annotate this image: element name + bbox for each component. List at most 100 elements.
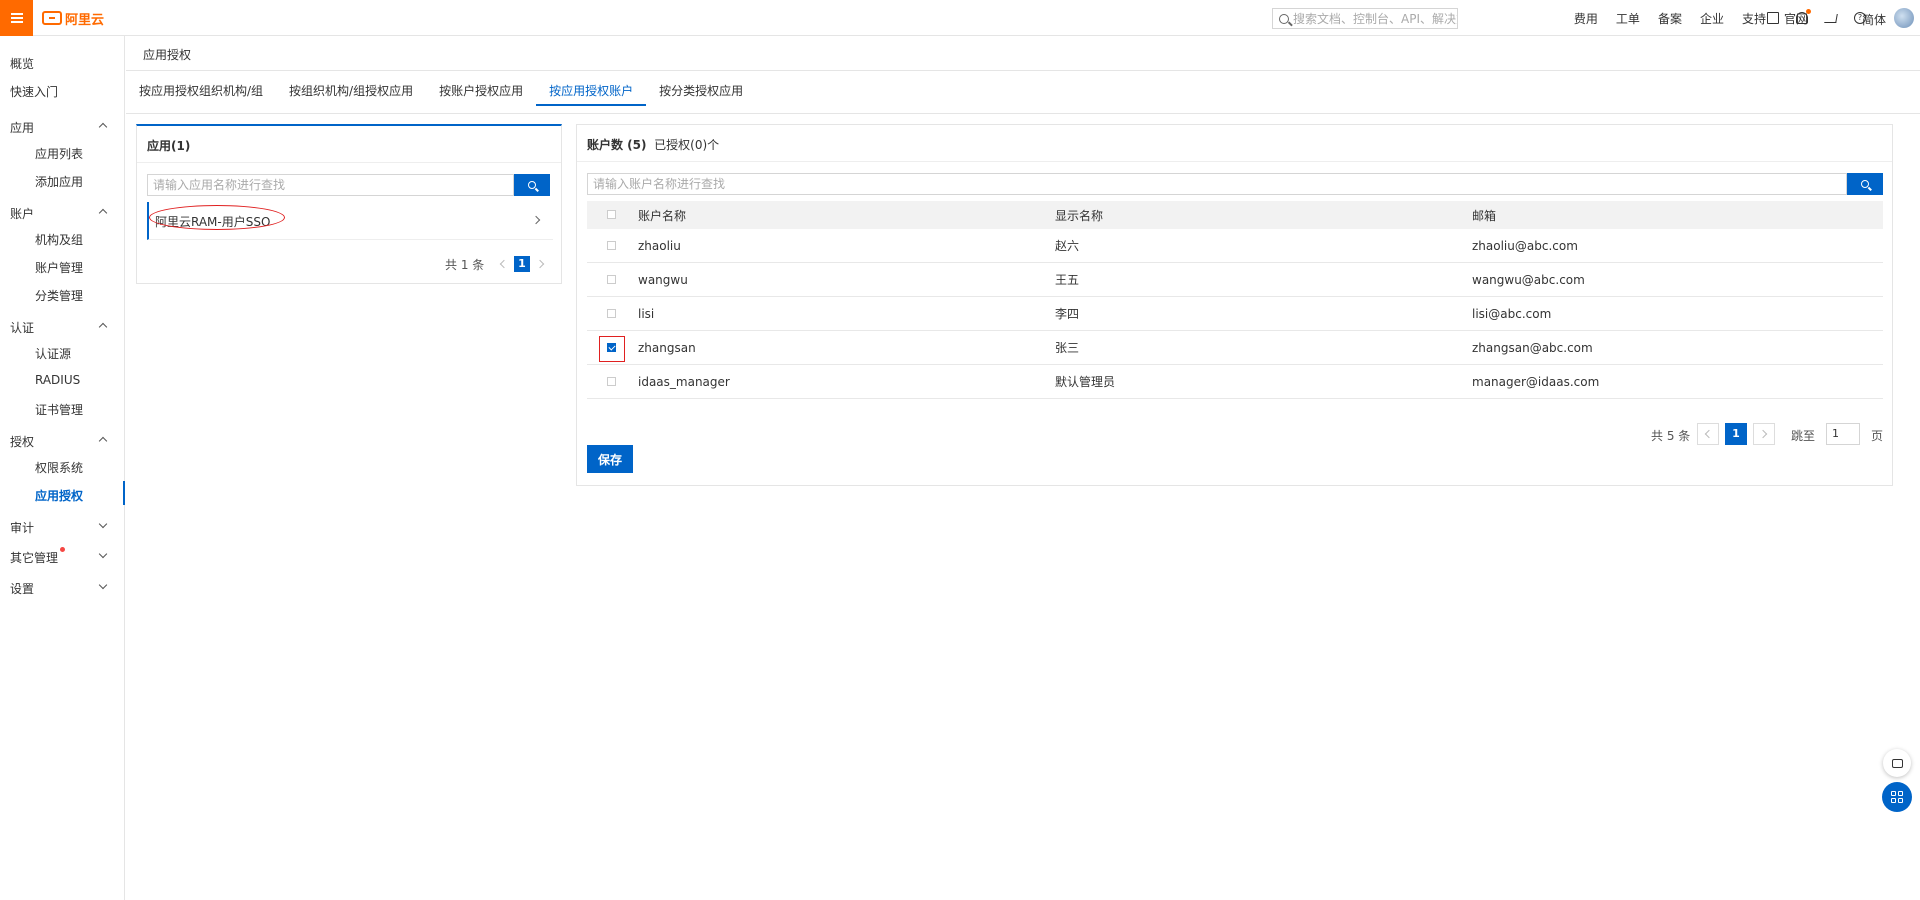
table-row[interactable]: lisi 李四 lisi@abc.com (587, 297, 1883, 331)
chevron-left-icon[interactable] (499, 259, 509, 269)
avatar[interactable] (1894, 8, 1914, 28)
sidebar-item-radius[interactable]: RADIUS (35, 373, 80, 387)
next-page-button[interactable] (1753, 423, 1775, 445)
account-email: zhaoliu@abc.com (1472, 238, 1578, 253)
page-label: 页 (1871, 429, 1884, 443)
page-number[interactable]: 1 (514, 256, 530, 272)
tab-org-to-app[interactable]: 按组织机构/组授权应用 (276, 76, 426, 106)
menu-icon[interactable] (0, 0, 33, 36)
top-link-icp[interactable]: 备案 (1658, 10, 1682, 27)
terminal-icon[interactable] (1767, 12, 1779, 24)
sidebar-item-account-mgmt[interactable]: 账户管理 (35, 259, 83, 276)
account-email: manager@idaas.com (1472, 374, 1600, 389)
sidebar-group-apps[interactable]: 应用 (10, 119, 34, 136)
sidebar-group-accounts[interactable]: 账户 (10, 205, 34, 222)
cart-icon[interactable] (1824, 13, 1838, 23)
divider (126, 70, 1920, 71)
sidebar-item-add-app[interactable]: 添加应用 (35, 173, 83, 190)
account-username: zhaoliu (638, 238, 681, 253)
divider (577, 161, 1892, 162)
sidebar-item-quickstart[interactable]: 快速入门 (10, 83, 58, 100)
chevron-up-icon[interactable] (98, 208, 108, 218)
save-button[interactable]: 保存 (587, 445, 633, 473)
account-display-name: 王五 (1055, 273, 1080, 287)
sidebar-item-category-mgmt[interactable]: 分类管理 (35, 287, 83, 304)
sidebar-item-org-groups[interactable]: 机构及组 (35, 231, 83, 248)
chevron-down-icon[interactable] (98, 519, 108, 529)
sidebar-item-app-list[interactable]: 应用列表 (35, 145, 83, 162)
logo[interactable]: 阿里云 (42, 9, 104, 28)
chevron-down-icon[interactable] (98, 549, 108, 559)
account-search-input[interactable]: 请输入账户名称进行查找 (587, 173, 1847, 195)
page-title: 应用授权 (143, 48, 192, 62)
sidebar-group-audit[interactable]: 审计 (10, 519, 34, 536)
feedback-button[interactable] (1883, 749, 1911, 777)
account-username: zhangsan (638, 340, 696, 355)
chevron-left-icon (1704, 429, 1714, 439)
select-all-checkbox[interactable] (607, 210, 616, 219)
row-checkbox[interactable] (607, 309, 616, 318)
tab-account-to-app[interactable]: 按账户授权应用 (426, 76, 536, 106)
accounts-panel: 账户数 (5) 已授权(0)个 请输入账户名称进行查找 账户名称 显示名称 邮箱… (576, 124, 1893, 486)
sidebar-group-other[interactable]: 其它管理 (10, 549, 58, 566)
jump-label: 跳至 (1791, 429, 1816, 443)
account-username: idaas_manager (638, 374, 730, 389)
chevron-right-icon[interactable] (535, 259, 545, 269)
chevron-up-icon[interactable] (98, 436, 108, 446)
apps-launcher-button[interactable] (1882, 782, 1912, 812)
pager-total: 共 1 条 (445, 258, 485, 272)
sidebar: 概览 快速入门 应用 应用列表 添加应用 账户 机构及组 账户管理 分类管理 认… (0, 36, 125, 900)
jump-page-input[interactable]: 1 (1826, 423, 1860, 445)
table-row[interactable]: wangwu 王五 wangwu@abc.com (587, 263, 1883, 297)
accounts-panel-title: 账户数 (5) 已授权(0)个 (587, 136, 719, 153)
tab-category-to-app[interactable]: 按分类授权应用 (646, 76, 756, 106)
sidebar-item-permission-system[interactable]: 权限系统 (35, 459, 83, 476)
row-checkbox[interactable] (607, 377, 616, 386)
app-search-input[interactable]: 请输入应用名称进行查找 (147, 174, 514, 196)
sidebar-item-cert-mgmt[interactable]: 证书管理 (35, 401, 83, 418)
sidebar-group-settings[interactable]: 设置 (10, 580, 34, 597)
account-email: zhangsan@abc.com (1472, 340, 1593, 355)
sidebar-group-auth[interactable]: 认证 (10, 319, 34, 336)
top-link-billing[interactable]: 费用 (1574, 10, 1598, 27)
chevron-right-icon (531, 215, 541, 225)
sidebar-item-auth-source[interactable]: 认证源 (35, 345, 71, 362)
tab-app-to-account[interactable]: 按应用授权账户 (536, 76, 647, 106)
account-email: wangwu@abc.com (1472, 272, 1585, 287)
chevron-up-icon[interactable] (98, 122, 108, 132)
top-link-support[interactable]: 支持 (1742, 10, 1766, 27)
tab-bar: 按应用授权组织机构/组 按组织机构/组授权应用 按账户授权应用 按应用授权账户 … (126, 76, 756, 106)
global-search-input[interactable]: 搜索文档、控制台、API、解决方案和资源 (1272, 8, 1458, 29)
tab-app-to-org[interactable]: 按应用授权组织机构/组 (126, 76, 276, 106)
divider (137, 162, 561, 163)
row-checkbox[interactable] (607, 241, 616, 250)
account-display-name: 默认管理员 (1055, 375, 1116, 389)
top-link-enterprise[interactable]: 企业 (1700, 10, 1724, 27)
search-icon (1279, 13, 1289, 24)
table-row[interactable]: zhaoliu 赵六 zhaoliu@abc.com (587, 229, 1883, 263)
apps-panel: 应用(1) 请输入应用名称进行查找 阿里云RAM-用户SSO 共 1 条 1 (136, 124, 562, 284)
chat-icon (1891, 758, 1903, 768)
prev-page-button[interactable] (1697, 423, 1719, 445)
row-checkbox[interactable] (607, 275, 616, 284)
top-link-ticket[interactable]: 工单 (1616, 10, 1640, 27)
table-row[interactable]: zhangsan 张三 zhangsan@abc.com (587, 331, 1883, 365)
language-switch[interactable]: 简体 (1862, 11, 1886, 28)
chevron-up-icon[interactable] (98, 322, 108, 332)
row-checkbox[interactable] (607, 343, 616, 352)
column-header: 账户名称 (638, 208, 687, 223)
page-number[interactable]: 1 (1725, 423, 1747, 445)
app-search-button[interactable] (514, 174, 550, 196)
account-search-button[interactable] (1847, 173, 1883, 195)
list-item[interactable]: 阿里云RAM-用户SSO (147, 202, 553, 240)
sidebar-group-authorization[interactable]: 授权 (10, 433, 34, 450)
table-row[interactable]: idaas_manager 默认管理员 manager@idaas.com (587, 365, 1883, 399)
apps-panel-title: 应用(1) (147, 139, 191, 153)
sidebar-item-app-authorization[interactable]: 应用授权 (35, 487, 83, 504)
account-email: lisi@abc.com (1472, 306, 1552, 321)
sidebar-item-overview[interactable]: 概览 (10, 55, 34, 72)
chevron-down-icon[interactable] (98, 580, 108, 590)
new-badge-dot (60, 547, 65, 552)
bell-icon[interactable] (1796, 9, 1811, 24)
pager-total: 共 5 条 (1651, 429, 1691, 443)
